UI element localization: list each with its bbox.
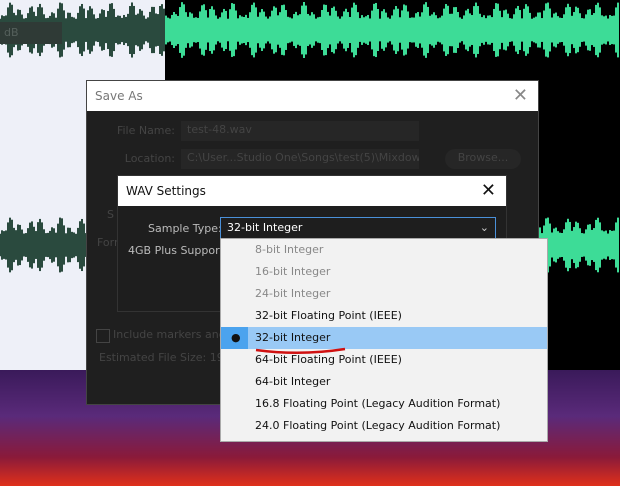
sample-type-options: 8-bit Integer 16-bit Integer 24-bit Intege… <box>220 238 548 442</box>
selected-bullet-icon: ● <box>231 331 241 344</box>
plus-support-label: 4GB Plus Support: <box>128 244 228 257</box>
location-label: Location: <box>124 152 175 165</box>
option-item[interactable]: 64-bit Floating Point (IEEE) <box>221 349 547 371</box>
option-label: 8-bit Integer <box>255 243 324 256</box>
option-item[interactable]: ● 32-bit Integer <box>221 327 547 349</box>
option-label: 24.0 Floating Point (Legacy Audition For… <box>255 419 501 432</box>
sample-label: S <box>107 208 114 221</box>
close-icon[interactable]: ✕ <box>481 176 496 206</box>
option-label: 24-bit Integer <box>255 287 331 300</box>
option-item[interactable]: 64-bit Integer <box>221 371 547 393</box>
meter-label: dB <box>0 22 62 44</box>
option-label: 64-bit Floating Point (IEEE) <box>255 353 402 366</box>
option-label: 64-bit Integer <box>255 375 331 388</box>
dialog-title: Save As <box>95 89 143 103</box>
selected-value: 32-bit Integer <box>227 221 303 234</box>
sample-type-dropdown[interactable]: 32-bit Integer ⌄ <box>220 217 496 239</box>
option-item[interactable]: 8-bit Integer <box>221 239 547 261</box>
file-name-field[interactable]: test-48.wav <box>181 121 419 141</box>
close-icon[interactable]: ✕ <box>513 81 528 111</box>
option-item[interactable]: 16-bit Integer <box>221 261 547 283</box>
option-item[interactable]: 24-bit Integer <box>221 283 547 305</box>
option-item[interactable]: 24.0 Floating Point (Legacy Audition For… <box>221 415 547 437</box>
include-markers-checkbox[interactable] <box>96 329 110 343</box>
dialog-title: WAV Settings <box>126 184 206 198</box>
option-label: 16.8 Floating Point (Legacy Audition For… <box>255 397 501 410</box>
browse-button[interactable]: Browse... <box>445 149 521 169</box>
location-dropdown[interactable]: C:\User...Studio One\Songs\test(5)\Mixdo… <box>181 149 419 169</box>
file-name-label: File Name: <box>116 124 175 137</box>
sample-type-label: Sample Type: <box>148 222 222 235</box>
include-markers-label: Include markers and o <box>113 328 236 341</box>
chevron-down-icon: ⌄ <box>479 221 489 234</box>
option-label: 32-bit Floating Point (IEEE) <box>255 309 402 322</box>
option-label: 16-bit Integer <box>255 265 331 278</box>
option-item[interactable]: 16.8 Floating Point (Legacy Audition For… <box>221 393 547 415</box>
option-label: 32-bit Integer <box>255 331 331 344</box>
option-item[interactable]: 32-bit Floating Point (IEEE) <box>221 305 547 327</box>
